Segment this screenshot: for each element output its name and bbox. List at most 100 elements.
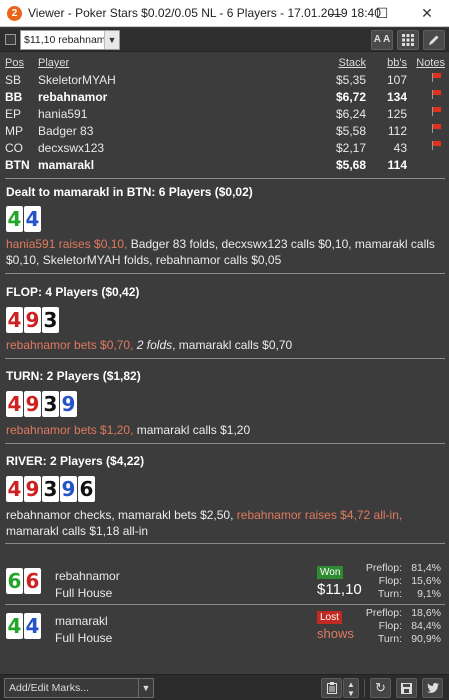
- minimize-button[interactable]: —: [313, 0, 357, 27]
- note-flag-icon[interactable]: [432, 107, 441, 116]
- playing-card: 9: [60, 476, 77, 502]
- player-position: SB: [5, 73, 22, 87]
- equity-stats: Preflop: 81,4% Flop: 15,6% Turn: 9,1%: [366, 562, 441, 601]
- playing-card: 4: [6, 391, 23, 417]
- clipboard-icon: [326, 682, 337, 694]
- note-flag-icon[interactable]: [432, 90, 441, 99]
- note-flag-icon[interactable]: [432, 141, 441, 150]
- player-stack: $6,72: [335, 90, 366, 104]
- player-stack: $6,24: [335, 107, 366, 121]
- notes-column-header[interactable]: Notes: [416, 57, 445, 69]
- maximize-button[interactable]: ☐: [360, 0, 404, 27]
- grid-icon: [402, 34, 414, 46]
- font-size-icon: A A: [373, 34, 391, 45]
- player-row[interactable]: SB SkeletorMYAH $5,35 107: [0, 73, 449, 90]
- bbs-column-header[interactable]: bb's: [387, 57, 407, 69]
- twitter-icon: [426, 683, 439, 693]
- refresh-icon: ↻: [375, 680, 386, 695]
- pencil-icon: [429, 35, 439, 45]
- player-position: BB: [5, 90, 23, 104]
- bet-action: rebahnamor bets $1,20,: [6, 423, 134, 437]
- edit-button[interactable]: [423, 30, 445, 50]
- playing-card: 9: [24, 476, 41, 502]
- hand-selector-dropdown[interactable]: $11,10 rebahnamor ▼: [20, 30, 120, 50]
- playing-card: 6: [6, 568, 23, 594]
- note-flag-icon[interactable]: [432, 73, 441, 82]
- equity-value: 9,1%: [417, 588, 441, 600]
- updown-icon: ▲ ▼: [347, 680, 355, 698]
- equity-value: 15,6%: [411, 575, 441, 587]
- player-row[interactable]: BTN mamarakl $5,68 114: [0, 158, 449, 175]
- player-position: MP: [5, 124, 23, 138]
- result-row-loser: 44 mamarakl Full House Lost shows Preflo…: [0, 607, 449, 653]
- playing-card: 9: [24, 391, 41, 417]
- river-title: RIVER: 2 Players ($4,22): [6, 454, 145, 468]
- player-bbs: 114: [387, 158, 407, 172]
- font-size-button[interactable]: A A: [371, 30, 393, 50]
- playing-card: 4: [6, 307, 23, 333]
- turn-actions: rebahnamor bets $1,20, mamarakl calls $1…: [6, 422, 442, 438]
- won-badge: Won: [317, 566, 344, 579]
- action-text: , mamarakl calls $0,70: [172, 338, 293, 352]
- player-name: decxswx123: [38, 141, 105, 155]
- player-row[interactable]: CO decxswx123 $2,17 43: [0, 141, 449, 158]
- refresh-button[interactable]: ↻: [370, 678, 391, 698]
- equity-value: 84,4%: [411, 620, 441, 632]
- divider: [5, 273, 445, 274]
- playing-card: 6: [78, 476, 95, 502]
- player-name: mamarakl: [38, 158, 95, 172]
- chevron-down-icon: ▼: [104, 31, 119, 49]
- divider: [5, 543, 445, 544]
- action-text: mamarakl calls $1,18 all-in: [6, 524, 149, 538]
- bet-action: rebahnamor bets $0,70,: [6, 338, 134, 352]
- replay-spinner[interactable]: ▲ ▼: [343, 678, 359, 698]
- result-row-winner: 66 rebahnamor Full House Won $11,10 Pref…: [0, 562, 449, 608]
- grid-button[interactable]: [397, 30, 419, 50]
- flop-actions: rebahnamor bets $0,70, 2 folds, mamarakl…: [6, 337, 442, 353]
- playing-card: 4: [6, 613, 23, 639]
- equity-label: Turn:: [377, 588, 402, 600]
- playing-card: 4: [24, 206, 41, 232]
- clipboard-button[interactable]: [321, 678, 342, 698]
- player-row[interactable]: EP hania591 $6,24 125: [0, 107, 449, 124]
- close-button[interactable]: ✕: [405, 0, 449, 27]
- player-column-header[interactable]: Player: [38, 57, 69, 69]
- player-position: EP: [5, 107, 22, 121]
- equity-label: Flop:: [378, 620, 402, 632]
- player-bbs: 112: [387, 124, 407, 138]
- result-hand-rank: Full House: [55, 586, 113, 600]
- marks-label: Add/Edit Marks...: [9, 682, 89, 694]
- player-row[interactable]: MP Badger 83 $5,58 112: [0, 124, 449, 141]
- hand-selector-value: $11,10 rebahnamor: [24, 34, 115, 46]
- preflop-title: Dealt to mamarakl in BTN: 6 Players ($0,…: [6, 185, 253, 199]
- save-button[interactable]: [396, 678, 417, 698]
- equity-value: 81,4%: [411, 562, 441, 574]
- equity-value: 90,9%: [411, 633, 441, 645]
- twitter-button[interactable]: [422, 678, 443, 698]
- divider: [5, 604, 445, 605]
- result-hand-rank: Full House: [55, 631, 113, 645]
- equity-label: Flop:: [378, 575, 402, 587]
- playing-card: 4: [6, 476, 23, 502]
- playing-card: 3: [42, 391, 59, 417]
- pos-column-header[interactable]: Pos: [5, 57, 24, 69]
- app-logo-icon: 2: [7, 6, 22, 21]
- equity-label: Preflop:: [365, 607, 402, 619]
- river-cards: 49396: [6, 476, 96, 503]
- marks-dropdown[interactable]: Add/Edit Marks... ▼: [4, 678, 154, 698]
- note-flag-icon[interactable]: [432, 124, 441, 133]
- player-position: BTN: [5, 158, 30, 172]
- playing-card: 4: [6, 206, 23, 232]
- hand-checkbox[interactable]: [5, 34, 16, 45]
- player-row[interactable]: BB rebahnamor $6,72 134: [0, 90, 449, 107]
- divider: [5, 178, 445, 179]
- stack-column-header[interactable]: Stack: [338, 57, 366, 69]
- player-name: hania591: [38, 107, 88, 121]
- flop-cards: 493: [6, 307, 60, 334]
- toolbar: $11,10 rebahnamor ▼ A A: [0, 28, 449, 52]
- player-stack: $2,17: [335, 141, 366, 155]
- player-name: rebahnamor: [38, 90, 108, 104]
- playing-card: 9: [24, 307, 41, 333]
- player-bbs: 134: [386, 90, 407, 104]
- playing-card: 4: [24, 613, 41, 639]
